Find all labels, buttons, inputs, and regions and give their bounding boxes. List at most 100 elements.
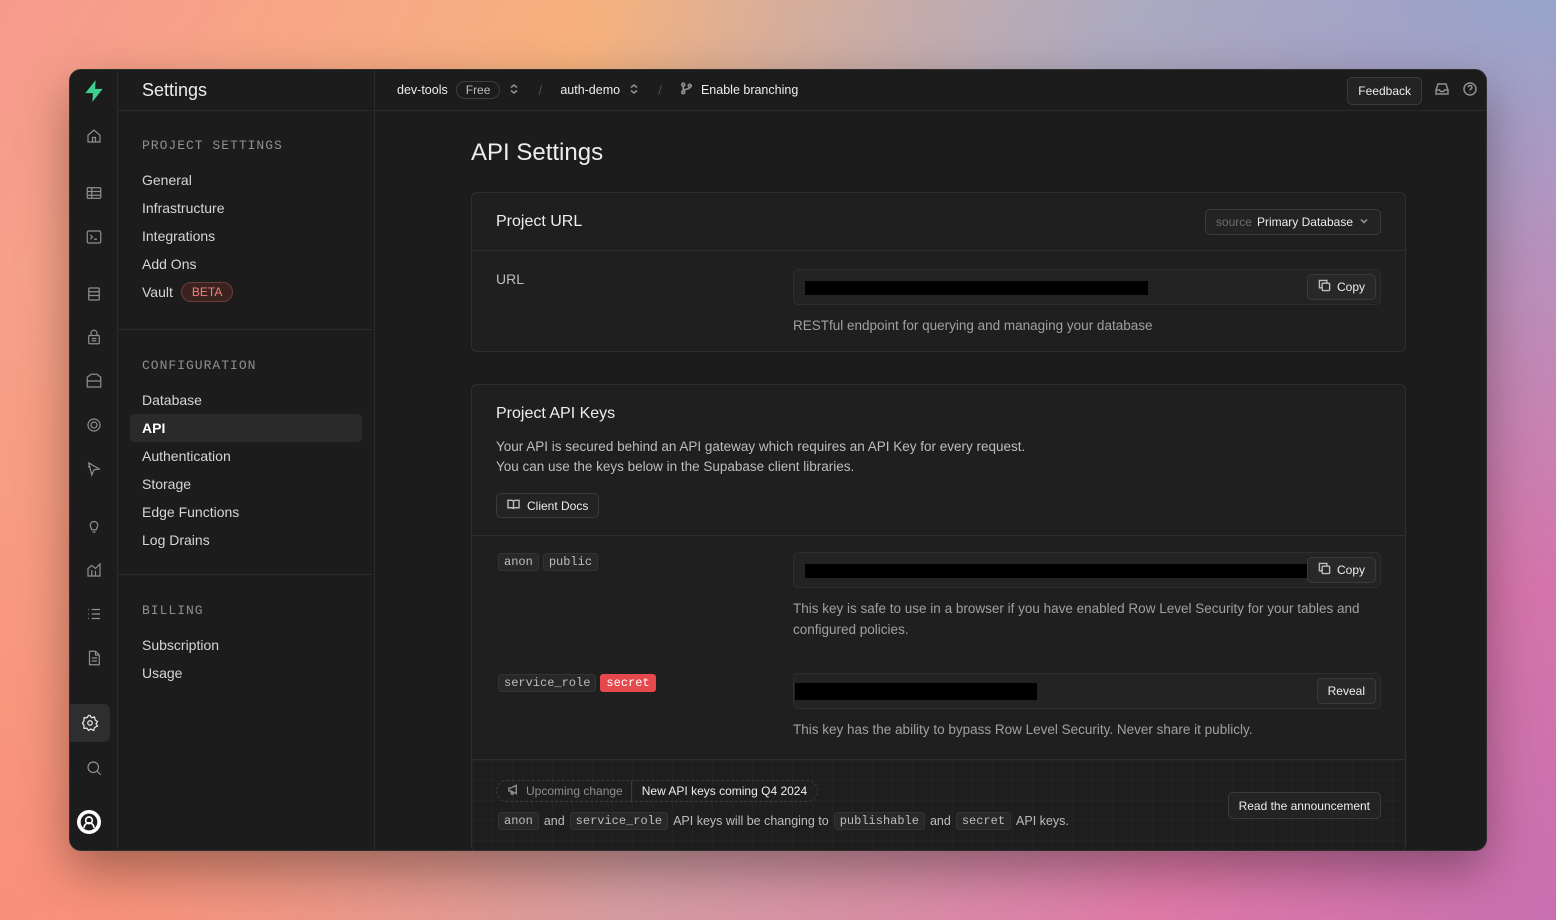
sidebar-item-edge-functions[interactable]: Edge Functions — [118, 498, 374, 526]
sidebar-item-label: Vault — [142, 284, 173, 300]
service-role-tag: service_role — [498, 674, 597, 692]
table-editor-icon[interactable] — [78, 177, 110, 209]
settings-sidebar: Settings PROJECT SETTINGS General Infras… — [118, 70, 375, 850]
inbox-icon[interactable] — [1434, 81, 1450, 100]
help-icon[interactable] — [1462, 81, 1478, 100]
sidebar-item-api[interactable]: API — [130, 414, 362, 442]
copy-url-button[interactable]: Copy — [1306, 274, 1376, 300]
org-name: dev-tools — [397, 83, 448, 97]
storage-icon[interactable] — [78, 365, 110, 397]
chevron-down-icon — [1358, 215, 1370, 230]
project-settings-section: PROJECT SETTINGS General Infrastructure … — [118, 138, 374, 306]
service-role-key-field[interactable]: Reveal — [793, 673, 1381, 709]
anon-key-field[interactable]: Copy — [793, 552, 1381, 588]
copy-icon — [1318, 562, 1331, 578]
source-dropdown[interactable]: source Primary Database — [1204, 209, 1381, 235]
supabase-logo-icon[interactable] — [78, 75, 110, 107]
project-name: auth-demo — [560, 83, 621, 97]
icon-rail — [70, 70, 118, 850]
sidebar-item-storage[interactable]: Storage — [118, 470, 374, 498]
sidebar-item-label: Infrastructure — [142, 200, 225, 216]
read-announcement-button[interactable]: Read the announcement — [1227, 792, 1381, 819]
sidebar-item-label: API — [142, 420, 166, 436]
git-branch-icon — [680, 82, 693, 98]
sidebar-item-database[interactable]: Database — [118, 386, 374, 414]
upcoming-change-notice: Upcoming change New API keys coming Q4 2… — [472, 759, 1405, 850]
sidebar-item-label: Usage — [142, 665, 183, 681]
copy-icon — [1318, 279, 1331, 295]
url-field[interactable]: Copy — [793, 269, 1381, 305]
service-key-help-text: This key has the ability to bypass Row L… — [793, 722, 1253, 737]
org-selector[interactable]: dev-tools Free — [397, 81, 520, 99]
publishable-tag: publishable — [833, 812, 925, 830]
sidebar-item-log-drains[interactable]: Log Drains — [118, 526, 374, 554]
logs-icon[interactable] — [78, 598, 110, 630]
sql-editor-icon[interactable] — [78, 221, 110, 253]
avatar[interactable] — [77, 810, 101, 834]
section-title: CONFIGURATION — [142, 358, 257, 373]
sidebar-item-label: Subscription — [142, 637, 220, 653]
search-icon[interactable] — [78, 752, 110, 784]
api-keys-description-line-2: You can use the keys below in the Supaba… — [496, 459, 855, 474]
top-bar: dev-tools Free / auth-demo / Enable bran… — [375, 70, 1486, 111]
card-title: Project API Keys — [496, 405, 616, 422]
enable-branching-button[interactable]: Enable branching — [680, 82, 798, 98]
source-value: Primary Database — [1256, 215, 1353, 229]
anon-key-tags: anon public — [498, 553, 599, 571]
chevron-up-down-icon[interactable] — [508, 83, 520, 98]
sidebar-item-infrastructure[interactable]: Infrastructure — [118, 194, 374, 222]
text: API keys will be changing to — [673, 814, 829, 828]
reports-icon[interactable] — [78, 554, 110, 586]
sidebar-item-usage[interactable]: Usage — [118, 659, 374, 687]
anon-tag: anon — [498, 553, 539, 571]
sidebar-item-label: Storage — [142, 476, 192, 492]
sidebar-item-add-ons[interactable]: Add Ons — [118, 250, 374, 278]
sidebar-item-label: General — [142, 172, 192, 188]
copy-anon-key-button[interactable]: Copy — [1306, 557, 1376, 583]
section-title: PROJECT SETTINGS — [142, 138, 283, 153]
copy-label: Copy — [1336, 280, 1365, 294]
docs-icon[interactable] — [78, 642, 110, 674]
realtime-icon[interactable] — [78, 409, 110, 441]
secret-tag: secret — [955, 812, 1012, 830]
client-docs-button[interactable]: Client Docs — [496, 493, 600, 518]
auth-lock-icon[interactable] — [78, 321, 110, 353]
sidebar-item-integrations[interactable]: Integrations — [118, 222, 374, 250]
megaphone-icon — [507, 783, 520, 799]
sidebar-item-label: Database — [142, 392, 202, 408]
project-selector[interactable]: auth-demo — [560, 83, 640, 98]
service-key-tags: service_role secret — [498, 674, 656, 692]
secret-tag: secret — [600, 674, 656, 692]
home-icon[interactable] — [78, 120, 110, 152]
reveal-button[interactable]: Reveal — [1316, 678, 1376, 704]
api-keys-card: Project API Keys Your API is secured beh… — [471, 384, 1406, 850]
project-url-card: Project URL source Primary Database URL … — [471, 192, 1406, 352]
chevron-up-down-icon[interactable] — [628, 83, 640, 98]
sidebar-item-subscription[interactable]: Subscription — [118, 631, 374, 659]
sidebar-item-authentication[interactable]: Authentication — [118, 442, 374, 470]
book-icon — [507, 498, 520, 514]
sidebar-item-label: Edge Functions — [142, 504, 240, 520]
url-help-text: RESTful endpoint for querying and managi… — [793, 318, 1153, 333]
feedback-button[interactable]: Feedback — [1347, 76, 1422, 105]
copy-label: Copy — [1336, 563, 1365, 577]
sidebar-item-label: Add Ons — [142, 256, 197, 272]
section-title: BILLING — [142, 603, 204, 618]
card-title: Project URL — [496, 212, 583, 230]
anon-tag: anon — [498, 812, 539, 830]
sidebar-item-general[interactable]: General — [118, 166, 374, 194]
advisors-icon[interactable] — [78, 510, 110, 542]
sidebar-item-label: Authentication — [142, 448, 231, 464]
sidebar-item-vault[interactable]: Vault BETA — [118, 278, 374, 306]
redacted-value — [805, 564, 1311, 578]
text: and — [929, 814, 951, 828]
upcoming-label: Upcoming change — [526, 784, 623, 798]
url-label: URL — [496, 271, 525, 287]
settings-icon[interactable] — [70, 704, 110, 742]
divider — [472, 535, 1405, 536]
edge-functions-icon[interactable] — [78, 453, 110, 485]
database-icon[interactable] — [78, 278, 110, 310]
redacted-value — [805, 281, 1148, 295]
billing-section: BILLING Subscription Usage — [118, 574, 374, 687]
upcoming-lead: Upcoming change — [497, 781, 632, 801]
